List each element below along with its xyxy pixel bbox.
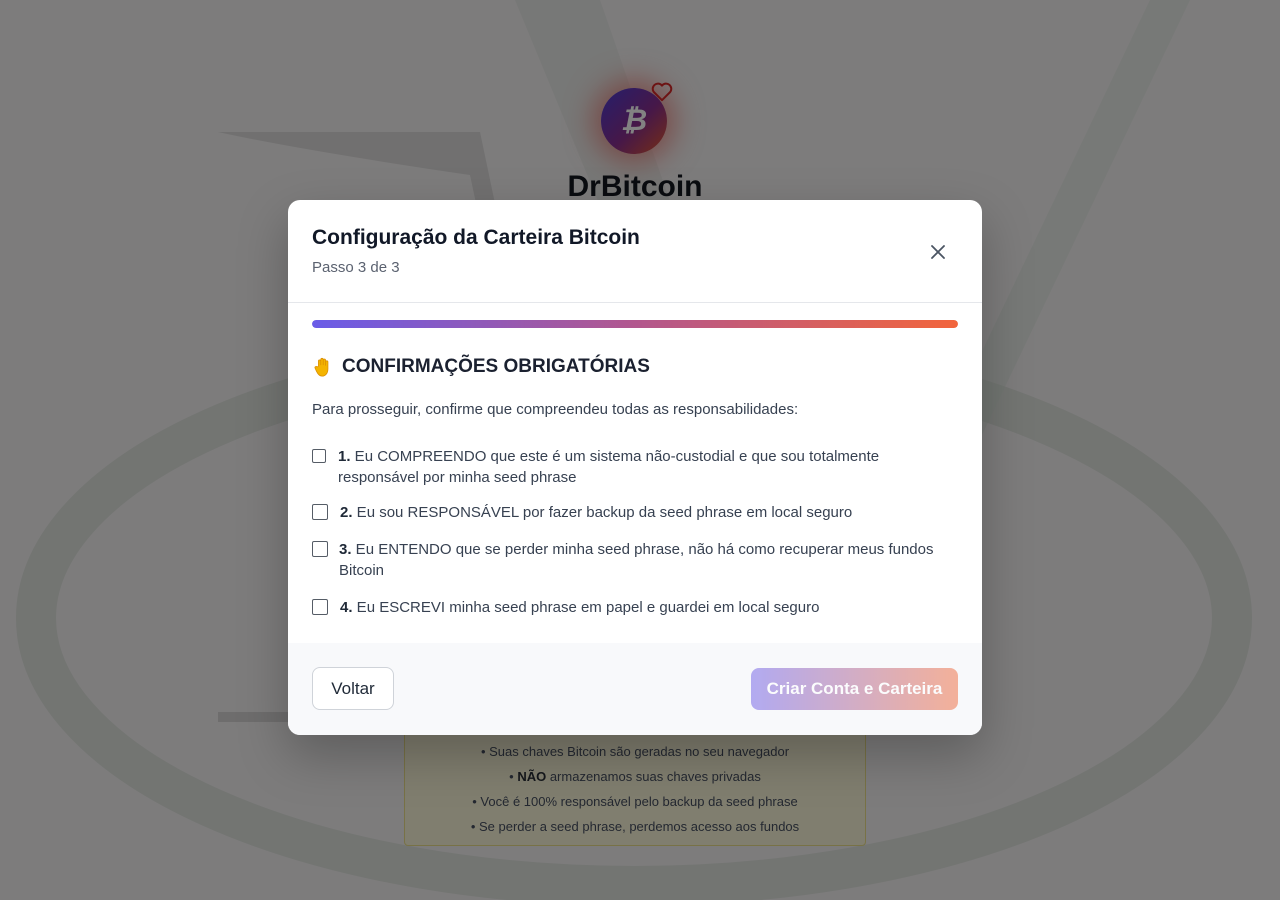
modal-header: Configuração da Carteira Bitcoin Passo 3… (288, 200, 982, 303)
confirmation-text: 1. Eu COMPREENDO que este é um sistema n… (338, 448, 880, 486)
section-heading: CONFIRMAÇÕES OBRIGATÓRIAS (312, 356, 650, 378)
confirmation-text: 3. Eu ENTENDO que se perder minha seed p… (339, 541, 934, 579)
close-icon (931, 245, 945, 259)
intro-text: Para prosseguir, confirme que compreende… (312, 401, 799, 418)
modal-footer: Voltar Criar Conta e Carteira (288, 643, 982, 735)
confirmation-text: 2. Eu sou RESPONSÁVEL por fazer backup d… (340, 504, 853, 521)
create-account-wallet-button[interactable]: Criar Conta e Carteira (751, 668, 958, 710)
back-button[interactable]: Voltar (312, 667, 394, 710)
confirmation-checkbox-2[interactable] (312, 504, 328, 520)
confirmation-text: 4. Eu ESCREVI minha seed phrase em papel… (340, 599, 820, 616)
progress-fill (312, 320, 958, 328)
wallet-setup-modal: Configuração da Carteira Bitcoin Passo 3… (288, 200, 982, 735)
confirmation-item-3[interactable]: 3. Eu ENTENDO que se perder minha seed p… (312, 539, 952, 581)
confirmation-item-1[interactable]: 1. Eu COMPREENDO que este é um sistema n… (312, 446, 952, 488)
confirmation-item-2[interactable]: 2. Eu sou RESPONSÁVEL por fazer backup d… (312, 502, 952, 523)
close-button[interactable] (924, 238, 952, 266)
raised-hand-icon (314, 357, 329, 377)
confirmation-checkbox-3[interactable] (312, 541, 328, 557)
step-indicator: Passo 3 de 3 (312, 259, 400, 276)
confirmation-checkbox-4[interactable] (312, 599, 328, 615)
progress-bar (312, 320, 958, 328)
confirmation-item-4[interactable]: 4. Eu ESCREVI minha seed phrase em papel… (312, 597, 952, 618)
confirmation-checkbox-1[interactable] (312, 449, 326, 463)
modal-title: Configuração da Carteira Bitcoin (312, 226, 640, 249)
